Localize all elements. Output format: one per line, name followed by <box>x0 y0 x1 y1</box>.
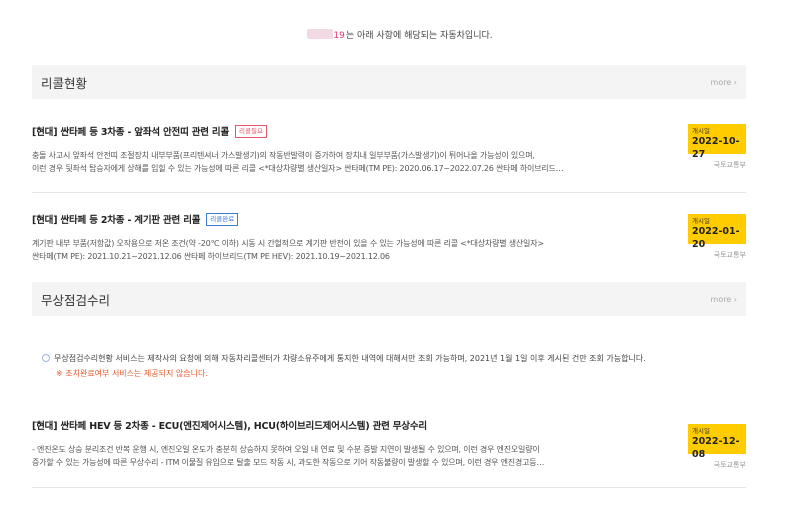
info-warning: ※ 조치완료여부 서비스는 제공되지 않습니다. <box>56 369 208 378</box>
free-repair-item-description: - 엔진온도 상승 분리조건 반복 운행 시, 엔진오일 온도가 충분히 상승하… <box>32 445 545 467</box>
masked-plate-number <box>307 29 334 39</box>
start-date-value: 2022-01-20 <box>692 226 740 250</box>
start-date-value: 2022-12-08 <box>692 436 740 460</box>
recall-item-description: 충돌 사고시 앞좌석 안전띠 조절장치 내부부품(프리텐셔너 가스발생기)의 작… <box>32 151 564 173</box>
recall-item-title[interactable]: [현대] 싼타페 등 2차종 - 계기판 관련 리콜 <box>32 212 200 226</box>
status-badge: 리콜필요 <box>235 124 267 138</box>
recall-item[interactable]: [현대] 싼타페 등 3차종 - 앞좌석 안전띠 관련 리콜 리콜필요 충돌 사… <box>32 124 746 175</box>
start-date-value: 2022-10-27 <box>692 136 740 160</box>
start-date-box: 개시일 2022-01-20 <box>688 214 746 250</box>
status-badge: 리콜완료 <box>206 212 239 226</box>
recall-more-link[interactable]: more › <box>711 78 737 87</box>
agency-label: 국토교통부 <box>713 461 746 469</box>
recall-section-header: 리콜현황 more › <box>32 65 746 99</box>
plate-suffix: 19 <box>333 31 345 41</box>
start-date-label: 개시일 <box>692 127 710 135</box>
recall-section-title: 리콜현황 <box>41 75 88 91</box>
start-date-box: 개시일 2022-12-08 <box>688 424 746 460</box>
start-date-label: 개시일 <box>692 427 710 435</box>
notice-text: 는 아래 사항에 해당되는 자동차입니다. <box>345 31 493 41</box>
free-repair-section-title: 무상점검수리 <box>41 292 111 308</box>
free-repair-section-header: 무상점검수리 more › <box>32 282 746 316</box>
item-divider <box>32 192 746 193</box>
recall-item-description: 계기판 내부 부품(저항값) 오작용으로 저온 조건(약 -20℃ 이하) 시동… <box>32 239 544 261</box>
start-date-label: 개시일 <box>692 217 710 225</box>
recall-item-title[interactable]: [현대] 싼타페 등 3차종 - 앞좌석 안전띠 관련 리콜 <box>32 124 229 138</box>
item-divider <box>32 487 746 488</box>
free-repair-item[interactable]: [현대] 싼타페 HEV 등 2차종 - ECU(엔진제어시스템), HCU(하… <box>32 418 746 469</box>
vehicle-notice: 19는 아래 사항에 해당되는 자동차입니다. <box>0 28 800 41</box>
free-repair-item-title[interactable]: [현대] 싼타페 HEV 등 2차종 - ECU(엔진제어시스템), HCU(하… <box>32 418 427 432</box>
agency-label: 국토교통부 <box>713 251 746 259</box>
info-text: 무상점검수리현황 서비스는 제작사의 요청에 의해 자동차리콜센터가 차량소유주… <box>54 354 646 363</box>
agency-label: 국토교통부 <box>713 161 746 169</box>
lightbulb-icon <box>42 354 50 362</box>
recall-item[interactable]: [현대] 싼타페 등 2차종 - 계기판 관련 리콜 리콜완료 계기판 내부 부… <box>32 212 746 263</box>
start-date-box: 개시일 2022-10-27 <box>688 124 746 160</box>
free-repair-more-link[interactable]: more › <box>711 295 737 304</box>
free-repair-info: 무상점검수리현황 서비스는 제작사의 요청에 의해 자동차리콜센터가 차량소유주… <box>42 351 646 381</box>
